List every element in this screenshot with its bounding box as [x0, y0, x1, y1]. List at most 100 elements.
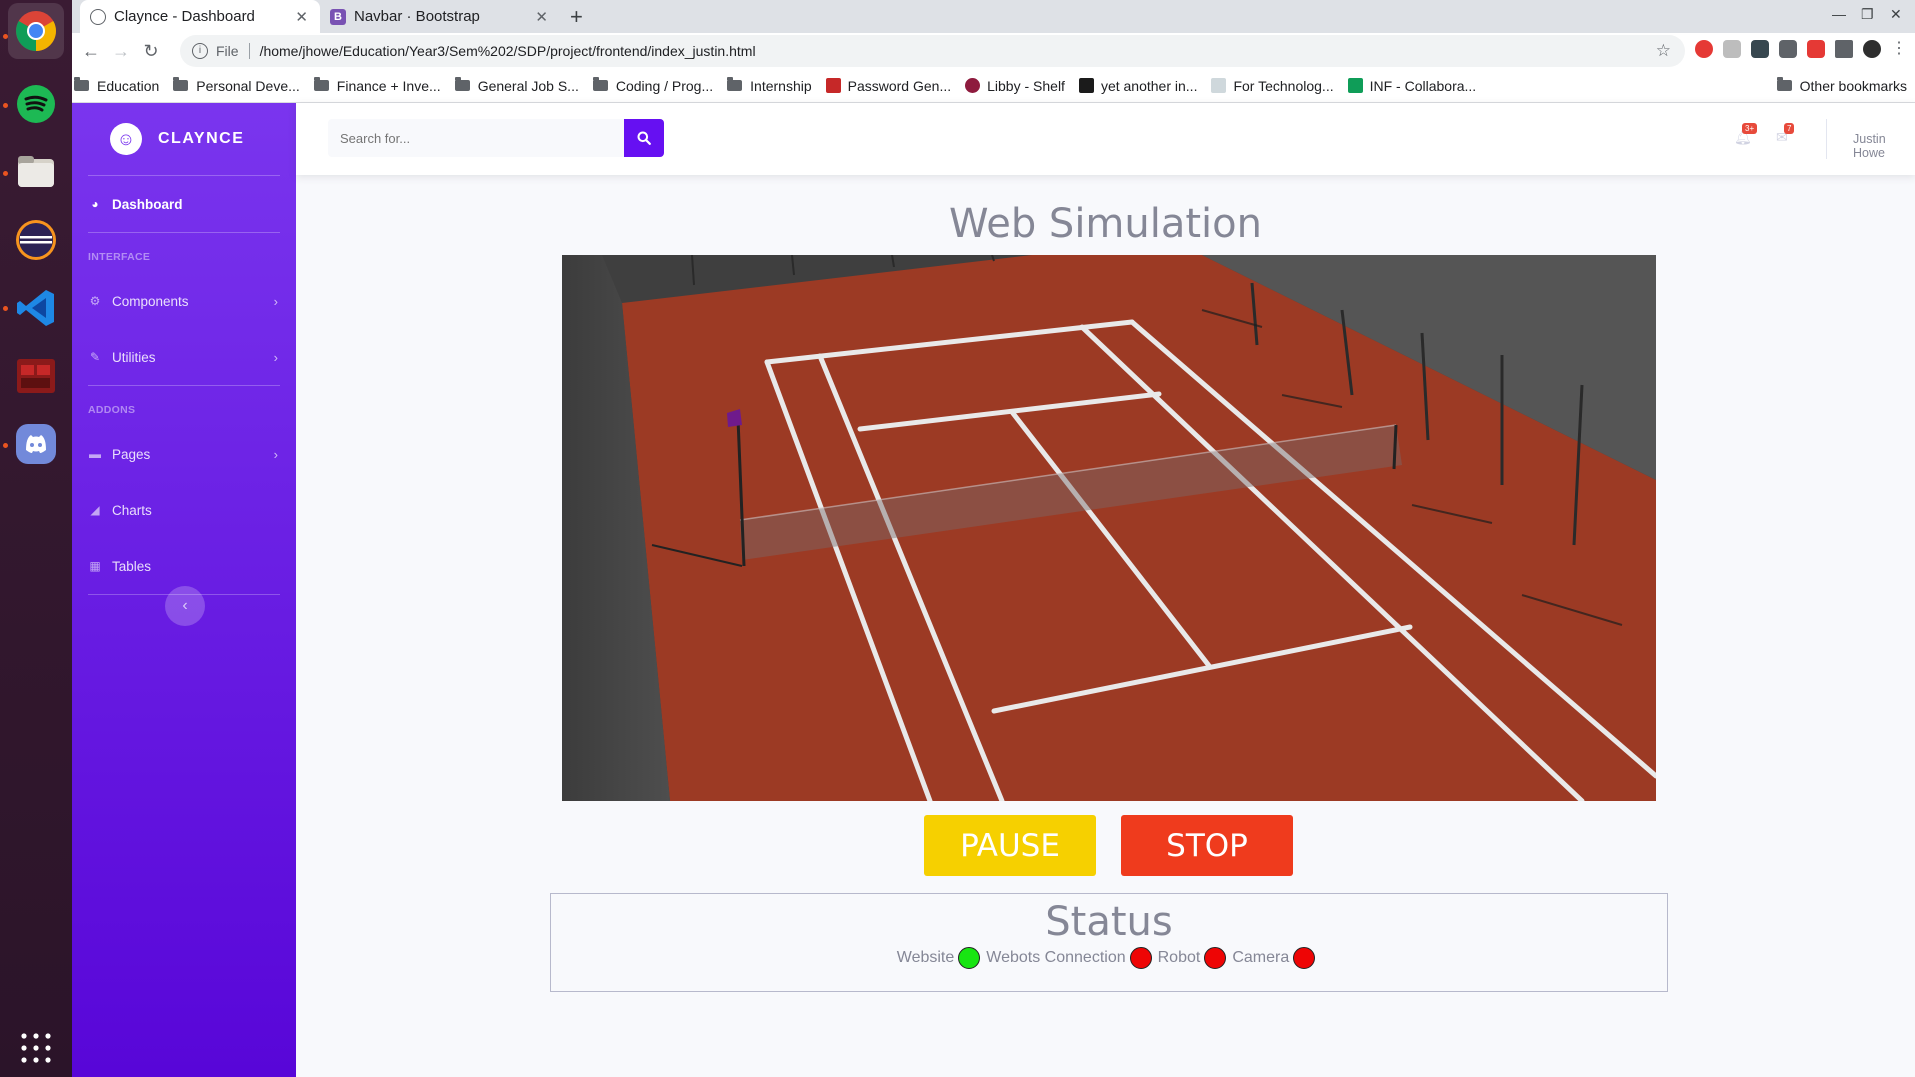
- other-bookmarks[interactable]: Other bookmarks: [1776, 77, 1907, 94]
- star-icon[interactable]: ☆: [1656, 41, 1671, 61]
- vscode-icon[interactable]: [8, 280, 64, 336]
- sidebar-item-label: Charts: [112, 502, 152, 518]
- spotify-icon[interactable]: [8, 76, 64, 132]
- sidebar-heading-interface: INTERFACE: [88, 251, 151, 263]
- close-icon[interactable]: ✕: [295, 8, 308, 26]
- chevron-right-icon: ›: [273, 349, 278, 365]
- bookmark-label: Education: [97, 77, 160, 94]
- sidebar-item-label: Tables: [112, 558, 152, 574]
- eclipse-icon[interactable]: [8, 212, 64, 268]
- sidebar-item-components[interactable]: ⚙ Components ›: [72, 273, 296, 329]
- new-tab-button[interactable]: +: [570, 4, 583, 30]
- status-indicator-camera: [1293, 947, 1316, 969]
- pause-button[interactable]: PAUSE: [924, 815, 1096, 876]
- bookmark-label: yet another in...: [1100, 77, 1198, 94]
- bookmark-internship[interactable]: Internship: [727, 77, 812, 94]
- divider: [1826, 119, 1827, 159]
- tab-claynce-dashboard[interactable]: Claynce - Dashboard ✕: [80, 0, 320, 33]
- sidebar-item-pages[interactable]: ▬ Pages ›: [72, 426, 296, 482]
- alerts-button[interactable]: 🔔︎ 3+: [1734, 123, 1758, 146]
- bootstrap-icon: B: [330, 8, 346, 25]
- tab-title: Navbar · Bootstrap: [354, 8, 480, 25]
- forward-button[interactable]: →: [106, 41, 136, 62]
- bookmark-education[interactable]: Education: [74, 77, 160, 94]
- reload-button[interactable]: ↻: [136, 41, 166, 62]
- tachometer-icon: ◕: [91, 197, 99, 211]
- puzzle-icon[interactable]: [1835, 40, 1853, 58]
- alerts-badge: 3+: [1742, 123, 1758, 134]
- tab-navbar-bootstrap[interactable]: B Navbar · Bootstrap ✕: [320, 0, 560, 33]
- extension-icon[interactable]: [1751, 40, 1769, 58]
- bookmark-label: Personal Deve...: [196, 77, 300, 94]
- bookmark-for-technolog[interactable]: For Technolog...: [1211, 78, 1334, 94]
- facebook-icon[interactable]: [1779, 40, 1797, 58]
- user-name[interactable]: Justin Howe: [1853, 132, 1915, 160]
- sidebar-heading-addons: ADDONS: [88, 404, 136, 416]
- search-input[interactable]: [328, 119, 624, 157]
- table-icon: ▦: [89, 559, 101, 573]
- bookmark-inf-collabora[interactable]: INF - Collabora...: [1347, 78, 1476, 94]
- status-indicator-robot: [1204, 947, 1227, 969]
- sidebar-item-label: Pages: [112, 446, 151, 462]
- simulation-viewport[interactable]: [562, 255, 1656, 801]
- bookmark-libby[interactable]: Libby - Shelf: [965, 78, 1065, 94]
- terminal-icon: [1078, 78, 1094, 93]
- claynce-app: ☺ CLAYNCE ◕ Dashboard INTERFACE ⚙ Compon…: [72, 103, 1915, 1077]
- running-indicator: [3, 306, 8, 311]
- files-icon[interactable]: [8, 144, 64, 200]
- bookmark-yet-another[interactable]: yet another in...: [1078, 77, 1198, 94]
- status-indicator-webots: [1129, 947, 1152, 969]
- wrench-icon: ✎: [89, 350, 101, 364]
- page-title: Web Simulation: [949, 201, 1262, 247]
- close-icon[interactable]: ✕: [535, 8, 548, 26]
- bookmark-password-gen[interactable]: Password Gen...: [825, 77, 952, 94]
- url-scheme: File: [216, 43, 239, 59]
- bookmark-label: Internship: [750, 77, 812, 94]
- topbar: 🔔︎ 3+ ✉ 7 Justin Howe: [296, 103, 1915, 175]
- globe-icon: [90, 8, 106, 25]
- brand[interactable]: ☺ CLAYNCE: [72, 103, 296, 175]
- address-bar[interactable]: i File /home/jhowe/Education/Year3/Sem%2…: [180, 35, 1685, 67]
- info-icon[interactable]: i: [192, 43, 208, 59]
- apps-grid-icon[interactable]: [8, 1020, 64, 1076]
- back-button[interactable]: ←: [76, 41, 106, 62]
- youtube-icon[interactable]: [1807, 40, 1825, 58]
- bookmark-coding[interactable]: Coding / Prog...: [592, 77, 713, 94]
- folder-icon: [313, 77, 329, 91]
- profile-icon[interactable]: [1863, 40, 1881, 58]
- sidebar-item-utilities[interactable]: ✎ Utilities ›: [72, 329, 296, 385]
- folder-icon: [592, 77, 608, 91]
- sidebar-item-charts[interactable]: ◢ Charts: [72, 482, 296, 538]
- running-indicator: [3, 103, 8, 108]
- chart-area-icon: ◢: [90, 503, 100, 517]
- chrome-icon[interactable]: [8, 3, 64, 59]
- libby-icon: [965, 78, 981, 93]
- adblock-icon[interactable]: [1695, 40, 1713, 58]
- bookmark-label: Password Gen...: [847, 77, 952, 94]
- status-label-website: Website: [896, 949, 955, 966]
- menu-icon[interactable]: ⋮: [1891, 40, 1907, 58]
- brand-text: CLAYNCE: [158, 130, 245, 147]
- pdf-extension-icon[interactable]: [1723, 40, 1741, 58]
- close-window-button[interactable]: ✕: [1890, 6, 1902, 23]
- bookmark-finance[interactable]: Finance + Inve...: [313, 77, 441, 94]
- bookmark-label: Libby - Shelf: [987, 77, 1065, 94]
- os-dock: [0, 0, 72, 1077]
- status-panel: Status Website Webots Connection Robot C…: [550, 893, 1668, 992]
- bookmark-label: Finance + Inve...: [336, 77, 441, 94]
- folder-icon: [454, 77, 470, 91]
- bookmark-general-job[interactable]: General Job S...: [454, 77, 579, 94]
- messages-button[interactable]: ✉ 7: [1776, 123, 1795, 146]
- document-icon: [1211, 78, 1227, 93]
- stop-button[interactable]: STOP: [1121, 815, 1293, 876]
- bookmark-personal-deve[interactable]: Personal Deve...: [173, 77, 300, 94]
- discord-icon[interactable]: [8, 416, 64, 472]
- sidebar-item-dashboard[interactable]: ◕ Dashboard: [72, 176, 296, 232]
- status-label-camera: Camera: [1232, 949, 1290, 966]
- minimize-button[interactable]: —: [1832, 6, 1846, 22]
- terminal-icon[interactable]: [8, 348, 64, 404]
- search-button[interactable]: [624, 119, 664, 157]
- restore-button[interactable]: ❐: [1861, 6, 1874, 23]
- chevron-right-icon: ›: [273, 446, 278, 462]
- sidebar-toggle-button[interactable]: ‹: [165, 586, 205, 626]
